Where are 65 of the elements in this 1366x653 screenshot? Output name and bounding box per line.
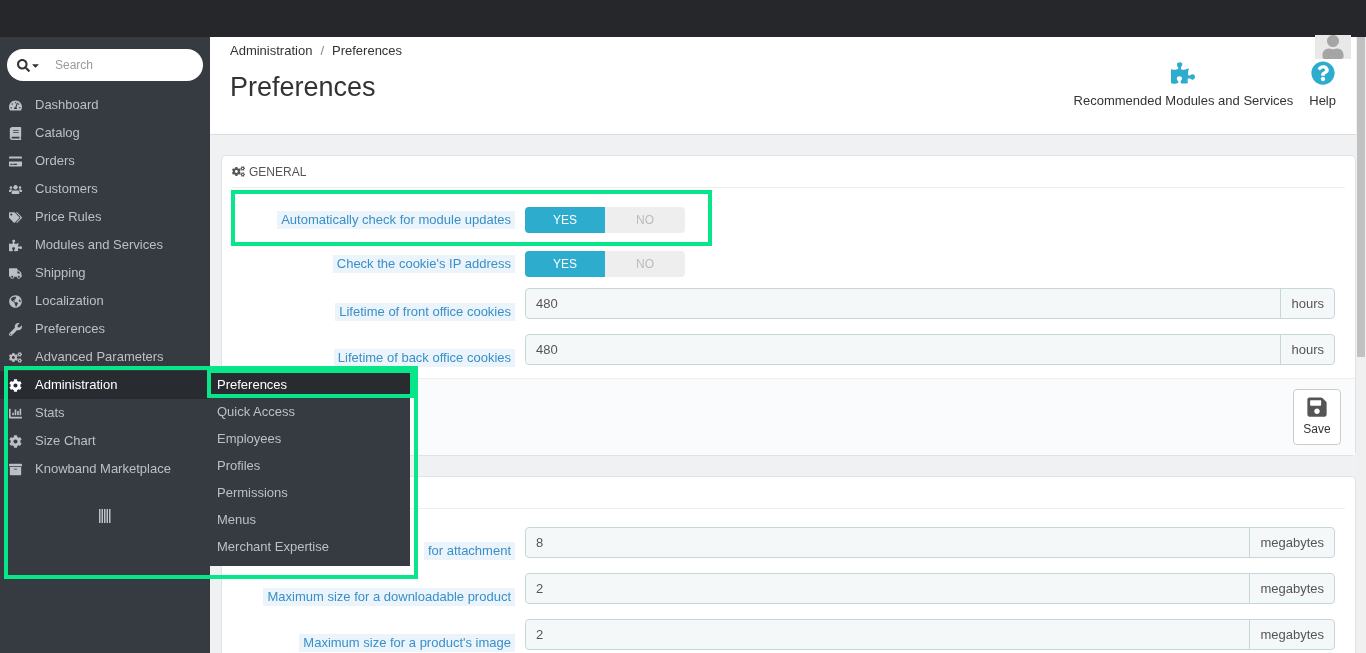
- field-label: Check the cookie's IP address: [332, 255, 515, 273]
- users-icon: [8, 182, 23, 196]
- gears-icon: [232, 165, 245, 178]
- input-field[interactable]: 480 hours: [525, 334, 1335, 365]
- field-label: Automatically check for module updates: [277, 211, 515, 229]
- nav-item[interactable]: Orders: [0, 147, 210, 175]
- gear-icon: [8, 378, 23, 392]
- nav-item[interactable]: Price Rules: [0, 203, 210, 231]
- input-field[interactable]: 2 megabytes: [525, 573, 1335, 604]
- unit-label: megabytes: [1249, 620, 1334, 649]
- save-icon: [1306, 396, 1328, 418]
- unit-label: hours: [1280, 289, 1334, 318]
- puzzle-icon: [8, 238, 23, 252]
- gear-icon: [8, 434, 23, 448]
- search-icon[interactable]: [17, 58, 41, 72]
- input-field[interactable]: 480 hours: [525, 288, 1335, 319]
- save-button[interactable]: Save: [1293, 389, 1341, 445]
- bar-chart-icon: [8, 406, 23, 420]
- nav-item[interactable]: Stats: [0, 399, 210, 427]
- help-icon: [1310, 60, 1335, 85]
- truck-icon: [8, 266, 23, 280]
- nav-item[interactable]: Shipping: [0, 259, 210, 287]
- book-icon: [8, 126, 23, 140]
- tags-icon: [8, 210, 23, 224]
- field-label: Maximum size for a product's image: [299, 634, 515, 652]
- submenu-item[interactable]: Quick Access: [209, 398, 410, 425]
- globe-icon: [8, 294, 23, 308]
- submenu-item[interactable]: Menus: [209, 506, 410, 533]
- unit-label: hours: [1280, 335, 1334, 364]
- nav-item[interactable]: Dashboard: [0, 91, 210, 119]
- field-label: for attachment: [423, 542, 515, 560]
- nav-item[interactable]: Preferences: [0, 315, 210, 343]
- nav-item[interactable]: Administration: [0, 371, 210, 399]
- nav-item[interactable]: Customers: [0, 175, 210, 203]
- page-title: Preferences: [230, 70, 377, 104]
- submenu-item[interactable]: Permissions: [209, 479, 410, 506]
- input-field[interactable]: 2 megabytes: [525, 619, 1335, 650]
- input-field[interactable]: 8 megabytes: [525, 527, 1335, 558]
- gears-icon: [8, 350, 23, 364]
- field-label: Lifetime of back office cookies: [333, 349, 515, 367]
- panel-title: GENERAL: [249, 163, 307, 181]
- card-icon: [8, 154, 23, 168]
- breadcrumb-link[interactable]: Administration: [230, 41, 313, 61]
- unit-label: megabytes: [1249, 528, 1334, 557]
- submenu-item[interactable]: Employees: [209, 425, 410, 452]
- nav-item[interactable]: Knowband Marketplace: [0, 455, 210, 483]
- nav-item[interactable]: Modules and Services: [0, 231, 210, 259]
- nav-item[interactable]: Localization: [0, 287, 210, 315]
- nav-item[interactable]: Catalog: [0, 119, 210, 147]
- puzzle-icon: [1171, 60, 1196, 85]
- breadcrumb-link[interactable]: Preferences: [332, 41, 403, 61]
- gauge-icon: [8, 98, 23, 112]
- nav-item[interactable]: Advanced Parameters: [0, 343, 210, 371]
- toolbar-button[interactable]: Recommended Modules and Services: [1073, 60, 1294, 110]
- toolbar-button[interactable]: Help: [1309, 60, 1336, 110]
- collapse-icon[interactable]: [99, 509, 111, 523]
- submenu-item[interactable]: Profiles: [209, 452, 410, 479]
- field-label: Maximum size for a downloadable product: [263, 588, 515, 606]
- breadcrumb-separator: /: [320, 42, 324, 60]
- archive-icon: [8, 462, 23, 476]
- submenu-item[interactable]: Merchant Expertise: [209, 533, 410, 560]
- unit-label: megabytes: [1249, 574, 1334, 603]
- wrench-icon: [8, 322, 23, 336]
- nav-item[interactable]: Size Chart: [0, 427, 210, 455]
- field-label: Lifetime of front office cookies: [335, 303, 515, 321]
